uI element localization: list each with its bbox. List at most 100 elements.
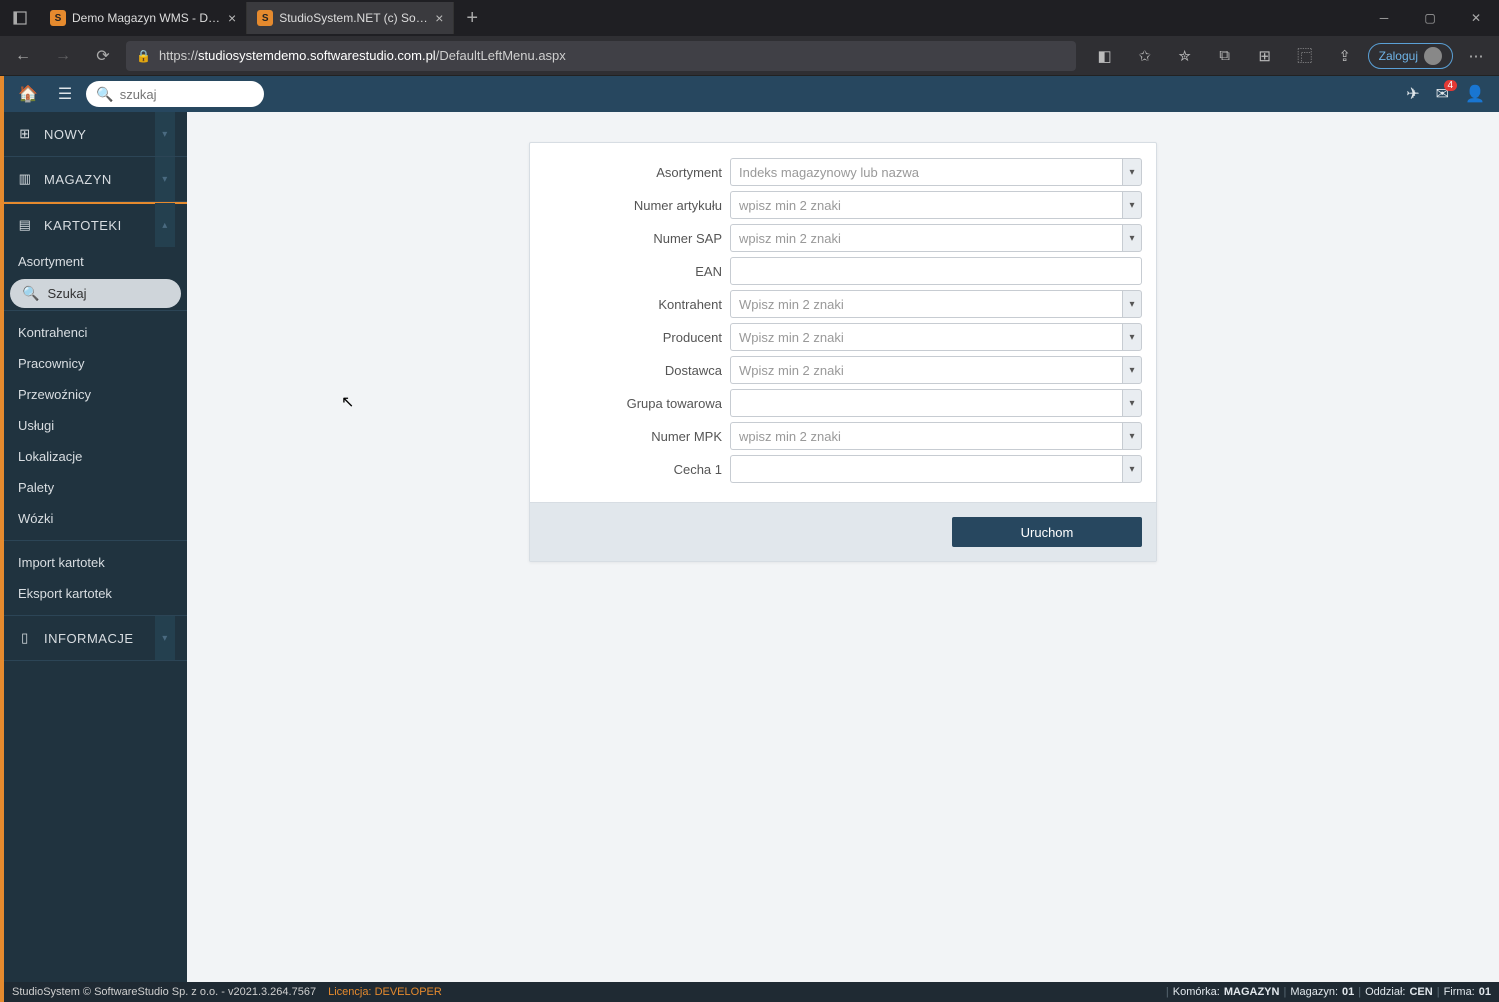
chevron-down-icon: ▾ <box>155 616 175 660</box>
dropdown-icon[interactable]: ▾ <box>1122 389 1142 417</box>
dropdown-icon[interactable]: ▾ <box>1122 455 1142 483</box>
sidebar-item-uslugi[interactable]: Usługi <box>4 410 187 441</box>
close-window-icon[interactable]: ✕ <box>1453 0 1499 36</box>
back-button[interactable]: ← <box>6 41 40 71</box>
label-grupa-towarowa: Grupa towarowa <box>544 396 730 411</box>
search-icon: 🔍 <box>96 86 113 103</box>
input-grupa-towarowa[interactable] <box>730 389 1122 417</box>
lock-icon: 🔒 <box>136 49 151 63</box>
sidebar-item-wozki[interactable]: Wózki <box>4 503 187 534</box>
label-ean: EAN <box>544 264 730 279</box>
label-producent: Producent <box>544 330 730 345</box>
label-kontrahent: Kontrahent <box>544 297 730 312</box>
sidebar-item-pracownicy[interactable]: Pracownicy <box>4 348 187 379</box>
sidebar-item-szukaj[interactable]: 🔍 Szukaj <box>10 279 181 308</box>
status-right: | Komórka: MAGAZYN | Magazyn: 01 | Oddzi… <box>1166 986 1491 998</box>
forward-button[interactable]: → <box>46 41 80 71</box>
plus-square-icon: ⊞ <box>16 126 34 142</box>
sidebar-item-import[interactable]: Import kartotek <box>4 547 187 578</box>
sidebar-item-przewoznicy[interactable]: Przewoźnicy <box>4 379 187 410</box>
run-button[interactable]: Uruchom <box>952 517 1142 547</box>
menu-informacje-label: INFORMACJE <box>44 631 134 646</box>
close-icon[interactable]: × <box>435 10 443 26</box>
menu-magazyn[interactable]: ▥ MAGAZYN ▾ <box>4 157 187 201</box>
input-kontrahent[interactable] <box>730 290 1122 318</box>
tracking-icon[interactable]: ◧ <box>1088 41 1122 71</box>
user-icon[interactable]: 👤 <box>1459 84 1491 104</box>
menu-kartoteki[interactable]: ▤ KARTOTEKI ▴ <box>4 202 187 246</box>
sidebar-item-palety[interactable]: Palety <box>4 472 187 503</box>
more-icon[interactable]: ⋯ <box>1459 41 1493 71</box>
chevron-down-icon: ▾ <box>155 157 175 201</box>
new-tab-button[interactable]: + <box>458 7 486 30</box>
dropdown-icon[interactable]: ▾ <box>1122 158 1142 186</box>
collections-icon[interactable]: ⿸ <box>1288 41 1322 71</box>
window-menu-icon[interactable] <box>0 10 40 26</box>
input-producent[interactable] <box>730 323 1122 351</box>
close-icon[interactable]: × <box>228 10 236 26</box>
search-card: Asortyment ▾ Numer artykułu ▾ <box>529 142 1157 562</box>
input-cecha1[interactable] <box>730 455 1122 483</box>
label-numer-artykulu: Numer artykułu <box>544 198 730 213</box>
browser-login-button[interactable]: Zaloguj <box>1368 43 1453 69</box>
tab-title: Demo Magazyn WMS - Demo o <box>72 11 222 25</box>
cursor-icon: ↖ <box>341 392 354 412</box>
sidebar-item-asortyment[interactable]: Asortyment <box>4 246 187 277</box>
menu-magazyn-label: MAGAZYN <box>44 172 112 187</box>
input-dostawca[interactable] <box>730 356 1122 384</box>
menu-informacje[interactable]: ▯ INFORMACJE ▾ <box>4 616 187 660</box>
extensions-icon[interactable]: ⊞ <box>1248 41 1282 71</box>
minimize-icon[interactable]: ─ <box>1361 0 1407 36</box>
dropdown-icon[interactable]: ▾ <box>1122 323 1142 351</box>
statusbar: StudioSystem © SoftwareStudio Sp. z o.o.… <box>4 982 1499 1002</box>
status-licence: Licencja: DEVELOPER <box>328 986 442 998</box>
avatar-icon <box>1424 47 1442 65</box>
sidebar: ⊞ NOWY ▾ ▥ MAGAZYN ▾ ▤ KARTOTEKI ▴ Asor <box>4 112 187 982</box>
label-numer-mpk: Numer MPK <box>544 429 730 444</box>
label-dostawca: Dostawca <box>544 363 730 378</box>
sidebar-item-eksport[interactable]: Eksport kartotek <box>4 578 187 609</box>
chevron-down-icon: ▾ <box>155 112 175 156</box>
input-numer-mpk[interactable] <box>730 422 1122 450</box>
reading-list-icon[interactable]: ⧉ <box>1208 41 1242 71</box>
dropdown-icon[interactable]: ▾ <box>1122 191 1142 219</box>
input-numer-sap[interactable] <box>730 224 1122 252</box>
plane-icon[interactable]: ✈ <box>1400 84 1425 104</box>
global-search[interactable]: 🔍 <box>86 81 264 107</box>
window-controls: ─ ▢ ✕ <box>1361 0 1499 36</box>
label-numer-sap: Numer SAP <box>544 231 730 246</box>
menu-kartoteki-label: KARTOTEKI <box>44 218 122 233</box>
warehouse-icon: ▥ <box>16 171 34 187</box>
dropdown-icon[interactable]: ▾ <box>1122 356 1142 384</box>
sidebar-item-label: Szukaj <box>47 286 86 301</box>
home-icon[interactable]: 🏠 <box>12 84 44 104</box>
favorites-list-icon[interactable]: ✮ <box>1168 41 1202 71</box>
mail-icon[interactable]: ✉4 <box>1436 84 1449 104</box>
menu-nowy[interactable]: ⊞ NOWY ▾ <box>4 112 187 156</box>
dropdown-icon[interactable]: ▾ <box>1122 422 1142 450</box>
content-area: Asortyment ▾ Numer artykułu ▾ <box>187 112 1499 982</box>
search-icon: 🔍 <box>22 285 39 302</box>
browser-tab-0[interactable]: S Demo Magazyn WMS - Demo o × <box>40 2 247 34</box>
maximize-icon[interactable]: ▢ <box>1407 0 1453 36</box>
menu-toggle-icon[interactable]: ☰ <box>52 84 78 104</box>
refresh-button[interactable]: ⟳ <box>86 41 120 71</box>
sidebar-item-kontrahenci[interactable]: Kontrahenci <box>4 317 187 348</box>
url-input[interactable]: 🔒 https://studiosystemdemo.softwarestudi… <box>126 41 1076 71</box>
sidebar-item-lokalizacje[interactable]: Lokalizacje <box>4 441 187 472</box>
dropdown-icon[interactable]: ▾ <box>1122 290 1142 318</box>
mail-badge: 4 <box>1444 80 1458 91</box>
global-search-input[interactable] <box>120 87 255 102</box>
url-text: https://studiosystemdemo.softwarestudio.… <box>159 48 566 63</box>
browser-titlebar: S Demo Magazyn WMS - Demo o × S StudioSy… <box>0 0 1499 36</box>
dropdown-icon[interactable]: ▾ <box>1122 224 1142 252</box>
browser-tabs: S Demo Magazyn WMS - Demo o × S StudioSy… <box>40 0 486 36</box>
doc-icon: ▯ <box>16 630 34 646</box>
browser-tab-1[interactable]: S StudioSystem.NET (c) SoftwareSt × <box>247 2 454 34</box>
input-numer-artykulu[interactable] <box>730 191 1122 219</box>
input-ean[interactable] <box>730 257 1142 285</box>
share-icon[interactable]: ⇪ <box>1328 41 1362 71</box>
status-left: StudioSystem © SoftwareStudio Sp. z o.o.… <box>12 986 316 998</box>
favorite-icon[interactable]: ✩ <box>1128 41 1162 71</box>
input-asortyment[interactable] <box>730 158 1122 186</box>
